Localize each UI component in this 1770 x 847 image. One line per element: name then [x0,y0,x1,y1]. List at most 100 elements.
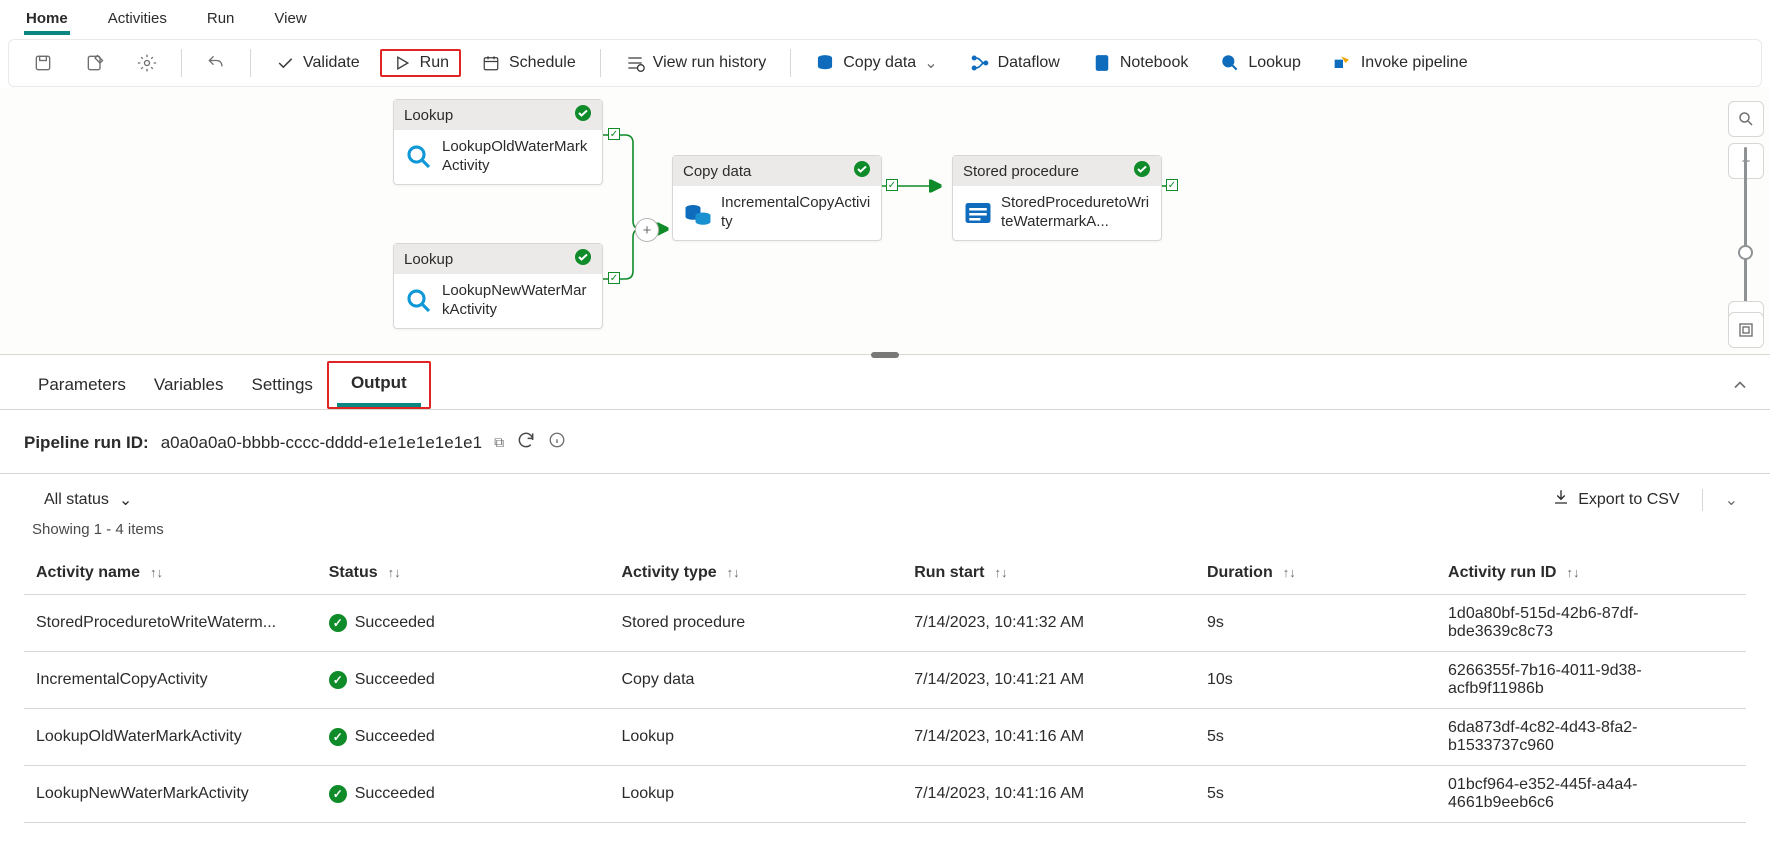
sort-icon: ↑↓ [1566,565,1579,580]
panel-resize-handle[interactable] [871,352,899,358]
copy-data-button[interactable]: Copy data ⌄ [803,49,949,77]
activity-node-lookup-old[interactable]: Lookup LookupOldWaterMarkActivity [393,99,603,185]
notebook-label: Notebook [1120,54,1189,72]
run-button[interactable]: Run [380,49,461,77]
success-connector-icon: ✓ [608,272,620,284]
view-history-label: View run history [653,54,767,72]
export-csv-button[interactable]: Export to CSV [1552,488,1679,511]
top-menu: Home Activities Run View [0,0,1770,35]
pipeline-canvas[interactable]: ✓ ✓ ✓ ✓ + Lookup LookupOldWaterMarkActiv… [0,87,1770,355]
col-run-id[interactable]: Activity run ID↑↓ [1436,552,1746,595]
tab-parameters[interactable]: Parameters [24,361,140,409]
run-id-label: Pipeline run ID: [24,433,149,453]
activity-node-sproc[interactable]: Stored procedure StoredProceduretoWriteW… [952,155,1162,241]
cell-run-start: 7/14/2023, 10:41:21 AM [902,652,1195,709]
lookup-button[interactable]: Lookup [1208,49,1313,77]
schedule-button[interactable]: Schedule [469,49,588,77]
node-name: IncrementalCopyActivity [721,194,871,232]
chevron-down-icon: ⌄ [119,490,132,510]
activity-node-lookup-new[interactable]: Lookup LookupNewWaterMarkActivity [393,243,603,329]
success-connector-icon: ✓ [886,179,898,191]
notebook-button[interactable]: Notebook [1080,49,1201,77]
invoke-pipeline-button[interactable]: Invoke pipeline [1321,49,1480,77]
toolbar: Validate Run Schedule View run history C… [8,39,1762,87]
table-row[interactable]: LookupNewWaterMarkActivity✓SucceededLook… [24,766,1746,823]
collapse-panel-icon[interactable] [1730,375,1750,399]
zoom-thumb[interactable] [1738,245,1753,260]
menu-home[interactable]: Home [24,6,70,35]
cell-status: ✓Succeeded [317,766,610,823]
save-button[interactable] [21,49,65,77]
success-icon: ✓ [329,785,347,803]
run-icon [392,53,412,73]
success-icon: ✓ [329,671,347,689]
dataflow-button[interactable]: Dataflow [958,49,1072,77]
zoom-track[interactable] [1744,147,1747,317]
preferences-button[interactable] [125,49,169,77]
node-type: Lookup [404,251,453,268]
refresh-run-icon[interactable] [516,430,536,455]
col-run-start[interactable]: Run start↑↓ [902,552,1195,595]
lookup-icon [1220,53,1240,73]
fit-to-screen-button[interactable] [1728,312,1764,348]
status-filter[interactable]: All status ⌄ [44,490,132,510]
chevron-down-icon[interactable]: ⌄ [1725,490,1738,510]
save-icon [33,53,53,73]
run-info-icon[interactable] [548,431,566,454]
cell-activity-type: Copy data [609,652,902,709]
col-status[interactable]: Status↑↓ [317,552,610,595]
download-icon [1552,488,1570,511]
validate-icon [275,53,295,73]
node-type: Stored procedure [963,163,1079,180]
success-connector-icon: ✓ [608,128,620,140]
cell-activity-type: Lookup [609,766,902,823]
toolbar-separator [1702,489,1703,511]
success-icon: ✓ [329,614,347,632]
cell-run-start: 7/14/2023, 10:41:32 AM [902,595,1195,652]
menu-activities[interactable]: Activities [106,6,169,35]
run-label: Run [420,54,449,72]
table-row[interactable]: LookupOldWaterMarkActivity✓SucceededLook… [24,709,1746,766]
tab-variables[interactable]: Variables [140,361,238,409]
chevron-down-icon: ⌄ [924,53,937,73]
dataflow-label: Dataflow [998,54,1060,72]
activities-table: Activity name↑↓ Status↑↓ Activity type↑↓… [24,552,1746,823]
sort-icon: ↑↓ [388,565,401,580]
cell-activity-type: Stored procedure [609,595,902,652]
validate-button[interactable]: Validate [263,49,372,77]
tab-output[interactable]: Output [337,365,421,407]
table-row[interactable]: IncrementalCopyActivity✓SucceededCopy da… [24,652,1746,709]
schedule-label: Schedule [509,54,576,72]
tab-settings[interactable]: Settings [238,361,327,409]
toolbar-separator [250,49,251,77]
cell-run-id: 6266355f-7b16-4011-9d38-acfb9f11986b [1436,652,1746,709]
lookup-label: Lookup [1248,54,1301,72]
cell-status: ✓Succeeded [317,709,610,766]
activity-node-copy[interactable]: Copy data IncrementalCopyActivity [672,155,882,241]
sort-icon: ↑↓ [1283,565,1296,580]
save-as-button[interactable] [73,49,117,77]
filter-row: All status ⌄ Export to CSV ⌄ [0,474,1770,517]
success-connector-icon: ✓ [1166,179,1178,191]
copy-data-icon [815,53,835,73]
view-run-history-button[interactable]: View run history [613,49,779,77]
menu-run[interactable]: Run [205,6,237,35]
invoke-icon [1333,53,1353,73]
col-activity-name[interactable]: Activity name↑↓ [24,552,317,595]
node-type: Lookup [404,107,453,124]
run-id-row: Pipeline run ID: a0a0a0a0-bbbb-cccc-dddd… [0,410,1770,474]
menu-view[interactable]: View [272,6,308,35]
col-duration[interactable]: Duration↑↓ [1195,552,1436,595]
success-icon [1133,160,1151,182]
validate-label: Validate [303,54,360,72]
copy-run-id-icon[interactable]: ⧉ [494,434,504,451]
undo-button[interactable] [194,49,238,77]
success-icon [574,104,592,126]
table-row[interactable]: StoredProceduretoWriteWaterm...✓Succeede… [24,595,1746,652]
col-activity-type[interactable]: Activity type↑↓ [609,552,902,595]
toolbar-separator [600,49,601,77]
cell-run-start: 7/14/2023, 10:41:16 AM [902,709,1195,766]
add-activity-button[interactable]: + [635,218,659,242]
canvas-search-button[interactable] [1728,101,1764,137]
cell-status: ✓Succeeded [317,652,610,709]
